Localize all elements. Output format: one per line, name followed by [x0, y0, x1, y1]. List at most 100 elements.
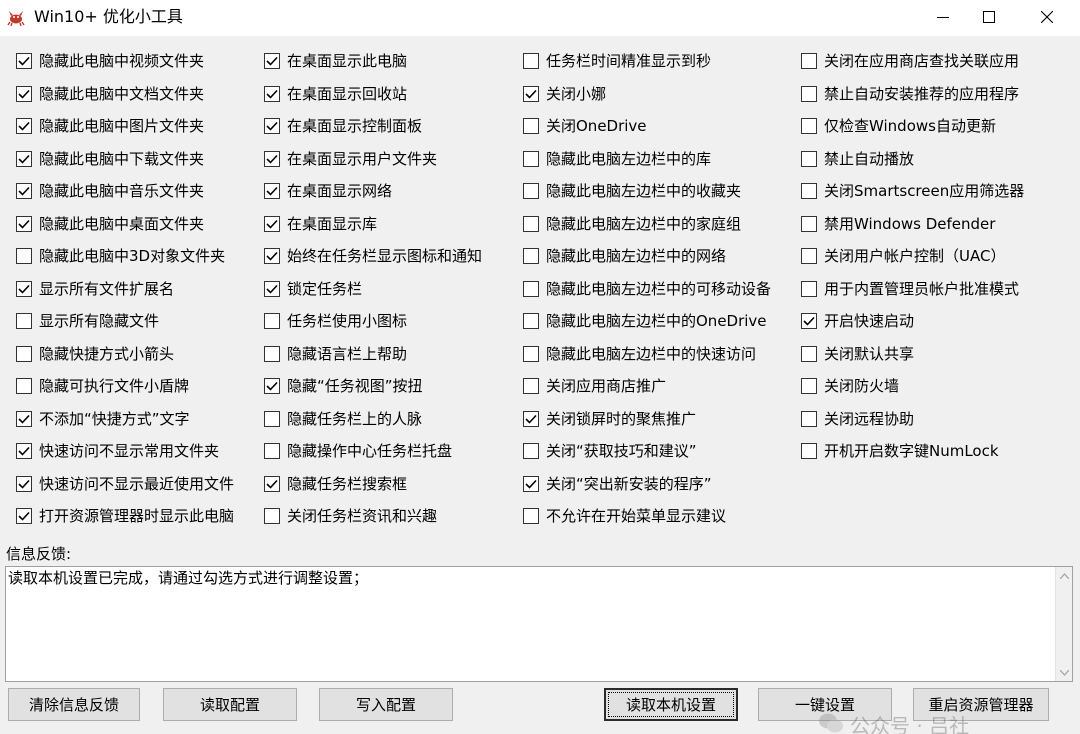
option-row[interactable]: 始终在任务栏显示图标和通知 — [264, 246, 482, 266]
option-row[interactable]: 在桌面显示用户文件夹 — [264, 149, 437, 169]
option-row[interactable]: 用于内置管理员帐户批准模式 — [801, 279, 1019, 299]
option-checkbox[interactable] — [264, 151, 280, 167]
option-row[interactable]: 关闭锁屏时的聚焦推广 — [523, 409, 696, 429]
option-checkbox[interactable] — [523, 118, 539, 134]
option-row[interactable]: 开启快速启动 — [801, 311, 914, 331]
option-checkbox[interactable] — [801, 183, 817, 199]
option-row[interactable]: 不添加“快捷方式”文字 — [16, 409, 190, 429]
option-checkbox[interactable] — [16, 216, 32, 232]
option-checkbox[interactable] — [523, 248, 539, 264]
option-row[interactable]: 隐藏此电脑左边栏中的库 — [523, 149, 711, 169]
option-row[interactable]: 隐藏操作中心任务栏托盘 — [264, 441, 452, 461]
option-checkbox[interactable] — [801, 411, 817, 427]
option-row[interactable]: 关闭“获取技巧和建议” — [523, 441, 697, 461]
option-row[interactable]: 关闭Smartscreen应用筛选器 — [801, 181, 1024, 201]
option-row[interactable]: 隐藏此电脑中桌面文件夹 — [16, 214, 204, 234]
option-row[interactable]: 隐藏任务栏搜索框 — [264, 474, 407, 494]
option-checkbox[interactable] — [523, 476, 539, 492]
option-checkbox[interactable] — [801, 346, 817, 362]
option-row[interactable]: 关闭防火墙 — [801, 376, 899, 396]
option-checkbox[interactable] — [523, 183, 539, 199]
option-row[interactable]: 显示所有文件扩展名 — [16, 279, 174, 299]
option-checkbox[interactable] — [264, 281, 280, 297]
option-row[interactable]: 隐藏此电脑左边栏中的家庭组 — [523, 214, 741, 234]
option-row[interactable]: 隐藏此电脑中音乐文件夹 — [16, 181, 204, 201]
option-row[interactable]: 在桌面显示回收站 — [264, 84, 407, 104]
option-checkbox[interactable] — [16, 151, 32, 167]
option-row[interactable]: 隐藏此电脑中视频文件夹 — [16, 51, 204, 71]
close-button[interactable] — [1024, 0, 1070, 34]
option-checkbox[interactable] — [523, 346, 539, 362]
option-checkbox[interactable] — [523, 508, 539, 524]
option-row[interactable]: 禁用Windows Defender — [801, 214, 995, 234]
option-checkbox[interactable] — [16, 443, 32, 459]
option-checkbox[interactable] — [264, 248, 280, 264]
option-row[interactable]: 隐藏此电脑中3D对象文件夹 — [16, 246, 225, 266]
option-checkbox[interactable] — [264, 346, 280, 362]
option-row[interactable]: 隐藏“任务视图”按扭 — [264, 376, 423, 396]
minimize-button[interactable] — [920, 0, 966, 34]
option-row[interactable]: 锁定任务栏 — [264, 279, 362, 299]
option-checkbox[interactable] — [801, 86, 817, 102]
write-config-button[interactable]: 写入配置 — [319, 688, 453, 721]
option-checkbox[interactable] — [264, 476, 280, 492]
option-row[interactable]: 关闭默认共享 — [801, 344, 914, 364]
option-checkbox[interactable] — [264, 508, 280, 524]
option-checkbox[interactable] — [264, 183, 280, 199]
option-checkbox[interactable] — [16, 53, 32, 69]
option-row[interactable]: 隐藏此电脑左边栏中的收藏夹 — [523, 181, 741, 201]
option-row[interactable]: 快速访问不显示常用文件夹 — [16, 441, 219, 461]
option-checkbox[interactable] — [264, 411, 280, 427]
option-checkbox[interactable] — [523, 281, 539, 297]
option-row[interactable]: 关闭小娜 — [523, 84, 606, 104]
option-row[interactable]: 隐藏此电脑中图片文件夹 — [16, 116, 204, 136]
option-checkbox[interactable] — [16, 313, 32, 329]
option-checkbox[interactable] — [801, 53, 817, 69]
option-row[interactable]: 关闭应用商店推广 — [523, 376, 666, 396]
read-config-button[interactable]: 读取配置 — [163, 688, 297, 721]
option-checkbox[interactable] — [16, 411, 32, 427]
option-row[interactable]: 在桌面显示控制面板 — [264, 116, 422, 136]
option-row[interactable]: 打开资源管理器时显示此电脑 — [16, 506, 234, 526]
read-local-settings-button[interactable]: 读取本机设置 — [604, 688, 738, 721]
option-checkbox[interactable] — [801, 378, 817, 394]
scroll-down-icon[interactable] — [1056, 664, 1072, 681]
option-checkbox[interactable] — [264, 378, 280, 394]
option-row[interactable]: 开机开启数字键NumLock — [801, 441, 999, 461]
feedback-textbox[interactable]: 读取本机设置已完成，请通过勾选方式进行调整设置； — [5, 566, 1073, 682]
option-checkbox[interactable] — [264, 313, 280, 329]
option-checkbox[interactable] — [264, 86, 280, 102]
option-row[interactable]: 关闭在应用商店查找关联应用 — [801, 51, 1019, 71]
option-row[interactable]: 隐藏此电脑左边栏中的快速访问 — [523, 344, 756, 364]
option-checkbox[interactable] — [16, 281, 32, 297]
option-row[interactable]: 任务栏使用小图标 — [264, 311, 407, 331]
option-row[interactable]: 在桌面显示库 — [264, 214, 377, 234]
option-checkbox[interactable] — [801, 313, 817, 329]
option-checkbox[interactable] — [264, 216, 280, 232]
feedback-scrollbar[interactable] — [1055, 567, 1072, 681]
option-checkbox[interactable] — [264, 118, 280, 134]
option-row[interactable]: 隐藏此电脑左边栏中的网络 — [523, 246, 726, 266]
option-checkbox[interactable] — [801, 151, 817, 167]
option-row[interactable]: 任务栏时间精准显示到秒 — [523, 51, 711, 71]
option-row[interactable]: 关闭用户帐户控制（UAC） — [801, 246, 1005, 266]
option-checkbox[interactable] — [801, 281, 817, 297]
option-row[interactable]: 不允许在开始菜单显示建议 — [523, 506, 726, 526]
option-checkbox[interactable] — [16, 378, 32, 394]
option-row[interactable]: 关闭“突出新安装的程序” — [523, 474, 712, 494]
option-checkbox[interactable] — [801, 118, 817, 134]
option-row[interactable]: 隐藏快捷方式小箭头 — [16, 344, 174, 364]
option-checkbox[interactable] — [523, 86, 539, 102]
option-checkbox[interactable] — [16, 86, 32, 102]
option-row[interactable]: 隐藏可执行文件小盾牌 — [16, 376, 189, 396]
option-checkbox[interactable] — [523, 443, 539, 459]
option-row[interactable]: 隐藏语言栏上帮助 — [264, 344, 407, 364]
option-checkbox[interactable] — [16, 346, 32, 362]
option-row[interactable]: 禁止自动播放 — [801, 149, 914, 169]
option-checkbox[interactable] — [16, 183, 32, 199]
option-row[interactable]: 在桌面显示此电脑 — [264, 51, 407, 71]
option-checkbox[interactable] — [16, 476, 32, 492]
option-row[interactable]: 仅检查Windows自动更新 — [801, 116, 996, 136]
title-bar[interactable]: Win10+ 优化小工具 — [0, 0, 1080, 36]
option-checkbox[interactable] — [801, 443, 817, 459]
